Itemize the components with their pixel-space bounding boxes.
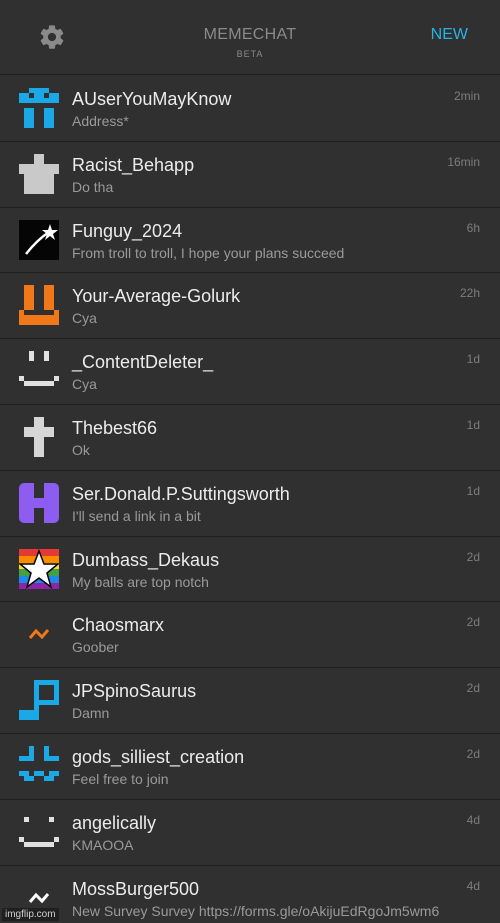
chat-row[interactable]: AUserYouMayKnow Address* 2min: [0, 76, 500, 142]
chat-time: 1d: [466, 417, 480, 432]
white-smiley-face-icon: [19, 812, 59, 852]
chat-row[interactable]: Dumbass_Dekaus My balls are top notch 2d: [0, 536, 500, 603]
orange-pixel-face-icon: [19, 285, 59, 326]
chat-name: MossBurger500: [72, 878, 200, 899]
chat-preview: Damn: [72, 705, 110, 722]
chat-time: 1d: [466, 352, 480, 367]
chat-time: 22h: [459, 286, 480, 301]
chat-row[interactable]: Funguy_2024 From troll to troll, I hope …: [0, 207, 500, 274]
white-smiley-face-icon: [19, 351, 59, 391]
blue-p-shape-icon: [19, 680, 59, 721]
new-chat-button[interactable]: NEW: [431, 26, 468, 44]
chat-row[interactable]: MossBurger500 New Survey Survey https://…: [0, 865, 500, 923]
chat-name: JPSpinoSaurus: [72, 681, 197, 702]
imgflip-watermark: imgflip.com: [2, 908, 59, 921]
chat-name: Thebest66: [72, 417, 158, 438]
chat-preview: Address*: [72, 113, 129, 129]
chat-name: angelically: [72, 812, 157, 833]
chat-preview: New Survey Survey https://forms.gle/oAki…: [72, 902, 440, 919]
chat-time: 16min: [447, 154, 480, 169]
chat-name: AUserYouMayKnow: [72, 89, 232, 109]
orange-squiggle-icon: [19, 614, 59, 654]
chat-time: 1d: [466, 483, 480, 498]
chat-name: Racist_Behapp: [72, 154, 195, 175]
chat-row[interactable]: Ser.Donald.P.Suttingsworth I'll send a l…: [0, 470, 500, 537]
chat-time: 2d: [466, 615, 480, 630]
chat-time: 6h: [466, 220, 480, 235]
chat-preview: Goober: [72, 639, 119, 656]
chat-time: 2d: [466, 681, 480, 696]
blue-smiley-face-icon: [19, 745, 59, 786]
chat-row[interactable]: _ContentDeleter_ Cya 1d: [0, 339, 500, 405]
chat-preview: From troll to troll, I hope your plans s…: [72, 244, 345, 261]
chat-row[interactable]: Thebest66 Ok 1d: [0, 404, 500, 471]
chat-preview: My balls are top notch: [72, 573, 209, 590]
chat-name: _ContentDeleter_: [72, 352, 214, 373]
app-title: MEMECHAT: [203, 26, 297, 43]
chat-preview: Feel free to join: [72, 770, 169, 787]
app-subtitle: BETA: [236, 49, 264, 59]
cross-icon: [19, 416, 59, 457]
chat-list: AUserYouMayKnow Address* 2min Racist_Beh…: [0, 76, 500, 923]
chat-name: Funguy_2024: [72, 220, 183, 241]
chat-preview: Do tha: [72, 178, 114, 195]
chat-name: Your-Average-Golurk: [72, 286, 241, 307]
chat-time: 2min: [453, 89, 480, 103]
chat-name: Ser.Donald.P.Suttingsworth: [72, 483, 290, 504]
chat-time: 4d: [466, 878, 480, 893]
chat-preview: Cya: [72, 310, 97, 327]
blue-pixel-face-icon: [19, 88, 59, 128]
chat-preview: I'll send a link in a bit: [72, 507, 201, 524]
chat-time: 2d: [466, 549, 480, 564]
chat-time: 4d: [466, 812, 480, 827]
chat-row[interactable]: angelically KMAOOA 4d: [0, 799, 500, 866]
chat-row[interactable]: gods_silliest_creation Feel free to join…: [0, 733, 500, 800]
chat-row[interactable]: Chaosmarx Goober 2d: [0, 602, 500, 669]
chat-row[interactable]: Your-Average-Golurk Cya 22h: [0, 273, 500, 340]
chat-time: 2d: [466, 746, 480, 761]
chat-preview: Cya: [72, 376, 97, 393]
app-header: MEMECHAT BETA NEW: [0, 0, 500, 75]
purple-h-icon: [19, 482, 59, 523]
grey-block-figure-icon: [19, 153, 59, 194]
chat-preview: KMAOOA: [72, 836, 134, 853]
chat-row[interactable]: Racist_Behapp Do tha 16min: [0, 141, 500, 208]
chat-preview: Ok: [72, 441, 90, 458]
chat-row[interactable]: JPSpinoSaurus Damn 2d: [0, 668, 500, 734]
shooting-star-icon: [19, 219, 59, 260]
rainbow-star-icon: [19, 548, 59, 589]
chat-name: gods_silliest_creation: [72, 746, 245, 767]
chat-name: Dumbass_Dekaus: [72, 549, 220, 570]
chat-name: Chaosmarx: [72, 615, 165, 636]
